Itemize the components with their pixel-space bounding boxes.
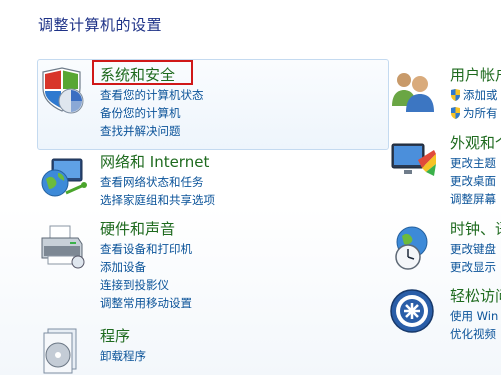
category-title-programs[interactable]: 程序 — [100, 327, 130, 345]
clock-region-links: 更改键盘 更改显示 — [450, 240, 496, 276]
category-title-hardware-sound[interactable]: 硬件和声音 — [100, 220, 175, 238]
link-use-windows-suggestions[interactable]: 使用 Win — [450, 307, 498, 325]
category-title-appearance[interactable]: 外观和个 — [450, 134, 501, 152]
ease-of-access-icon — [388, 287, 438, 337]
network-globe-icon — [38, 153, 88, 203]
uac-shield-icon — [451, 107, 460, 119]
link-troubleshoot[interactable]: 查找并解决问题 — [100, 122, 204, 140]
link-parental-controls[interactable]: 为所有 — [450, 104, 498, 122]
category-programs[interactable]: 程序 卸载程序 — [38, 325, 383, 375]
category-ease-of-access[interactable]: 轻松访问 使用 Win 优化视频 — [388, 287, 501, 347]
link-backup-computer[interactable]: 备份您的计算机 — [100, 104, 204, 122]
link-add-device[interactable]: 添加设备 — [100, 258, 192, 276]
page-title: 调整计算机的设置 — [38, 16, 163, 34]
link-change-keyboard[interactable]: 更改键盘 — [450, 240, 496, 258]
link-adjust-screen[interactable]: 调整屏幕 — [450, 190, 496, 208]
link-check-computer-status[interactable]: 查看您的计算机状态 — [100, 86, 204, 104]
category-title-ease-of-access[interactable]: 轻松访问 — [450, 287, 501, 305]
category-title-clock-region[interactable]: 时钟、语 — [450, 220, 501, 238]
category-title-user-accounts[interactable]: 用户帐户 — [450, 66, 501, 84]
programs-disc-icon — [38, 325, 88, 375]
users-icon — [388, 66, 438, 116]
link-add-remove-accounts[interactable]: 添加或 — [450, 86, 498, 104]
highlight-marker — [92, 60, 193, 85]
link-change-theme[interactable]: 更改主题 — [450, 154, 496, 172]
clock-globe-icon — [388, 224, 438, 274]
category-hardware-sound[interactable]: 硬件和声音 查看设备和打印机 添加设备 连接到投影仪 调整常用移动设置 — [38, 220, 383, 315]
printer-icon — [38, 222, 88, 272]
link-view-network-status[interactable]: 查看网络状态和任务 — [100, 173, 215, 191]
category-system-security[interactable]: 系统和安全 查看您的计算机状态 备份您的计算机 查找并解决问题 — [38, 66, 383, 144]
link-change-desktop[interactable]: 更改桌面 — [450, 172, 496, 190]
appearance-links: 更改主题 更改桌面 调整屏幕 — [450, 154, 496, 208]
link-mobility-settings[interactable]: 调整常用移动设置 — [100, 294, 192, 312]
link-change-display-language[interactable]: 更改显示 — [450, 258, 496, 276]
category-title-network-internet[interactable]: 网络和 Internet — [100, 153, 209, 171]
category-network-internet[interactable]: 网络和 Internet 查看网络状态和任务 选择家庭组和共享选项 — [38, 153, 383, 213]
shield-icon — [38, 66, 88, 116]
category-clock-region[interactable]: 时钟、语 更改键盘 更改显示 — [388, 220, 501, 280]
programs-links: 卸载程序 — [100, 347, 146, 365]
link-devices-printers[interactable]: 查看设备和打印机 — [100, 240, 192, 258]
category-user-accounts[interactable]: 用户帐户 添加或 为所有 — [388, 66, 501, 126]
link-connect-projector[interactable]: 连接到投影仪 — [100, 276, 192, 294]
user-accounts-links: 添加或 为所有 — [450, 86, 498, 122]
hardware-links: 查看设备和打印机 添加设备 连接到投影仪 调整常用移动设置 — [100, 240, 192, 312]
system-security-links: 查看您的计算机状态 备份您的计算机 查找并解决问题 — [100, 86, 204, 140]
category-appearance[interactable]: 外观和个 更改主题 更改桌面 调整屏幕 — [388, 134, 501, 209]
appearance-monitor-icon — [388, 140, 438, 190]
link-optimize-visual-display[interactable]: 优化视频 — [450, 325, 498, 343]
link-homegroup-sharing[interactable]: 选择家庭组和共享选项 — [100, 191, 215, 209]
ease-of-access-links: 使用 Win 优化视频 — [450, 307, 498, 343]
uac-shield-icon — [451, 89, 460, 101]
network-links: 查看网络状态和任务 选择家庭组和共享选项 — [100, 173, 215, 209]
link-uninstall-program[interactable]: 卸载程序 — [100, 347, 146, 365]
